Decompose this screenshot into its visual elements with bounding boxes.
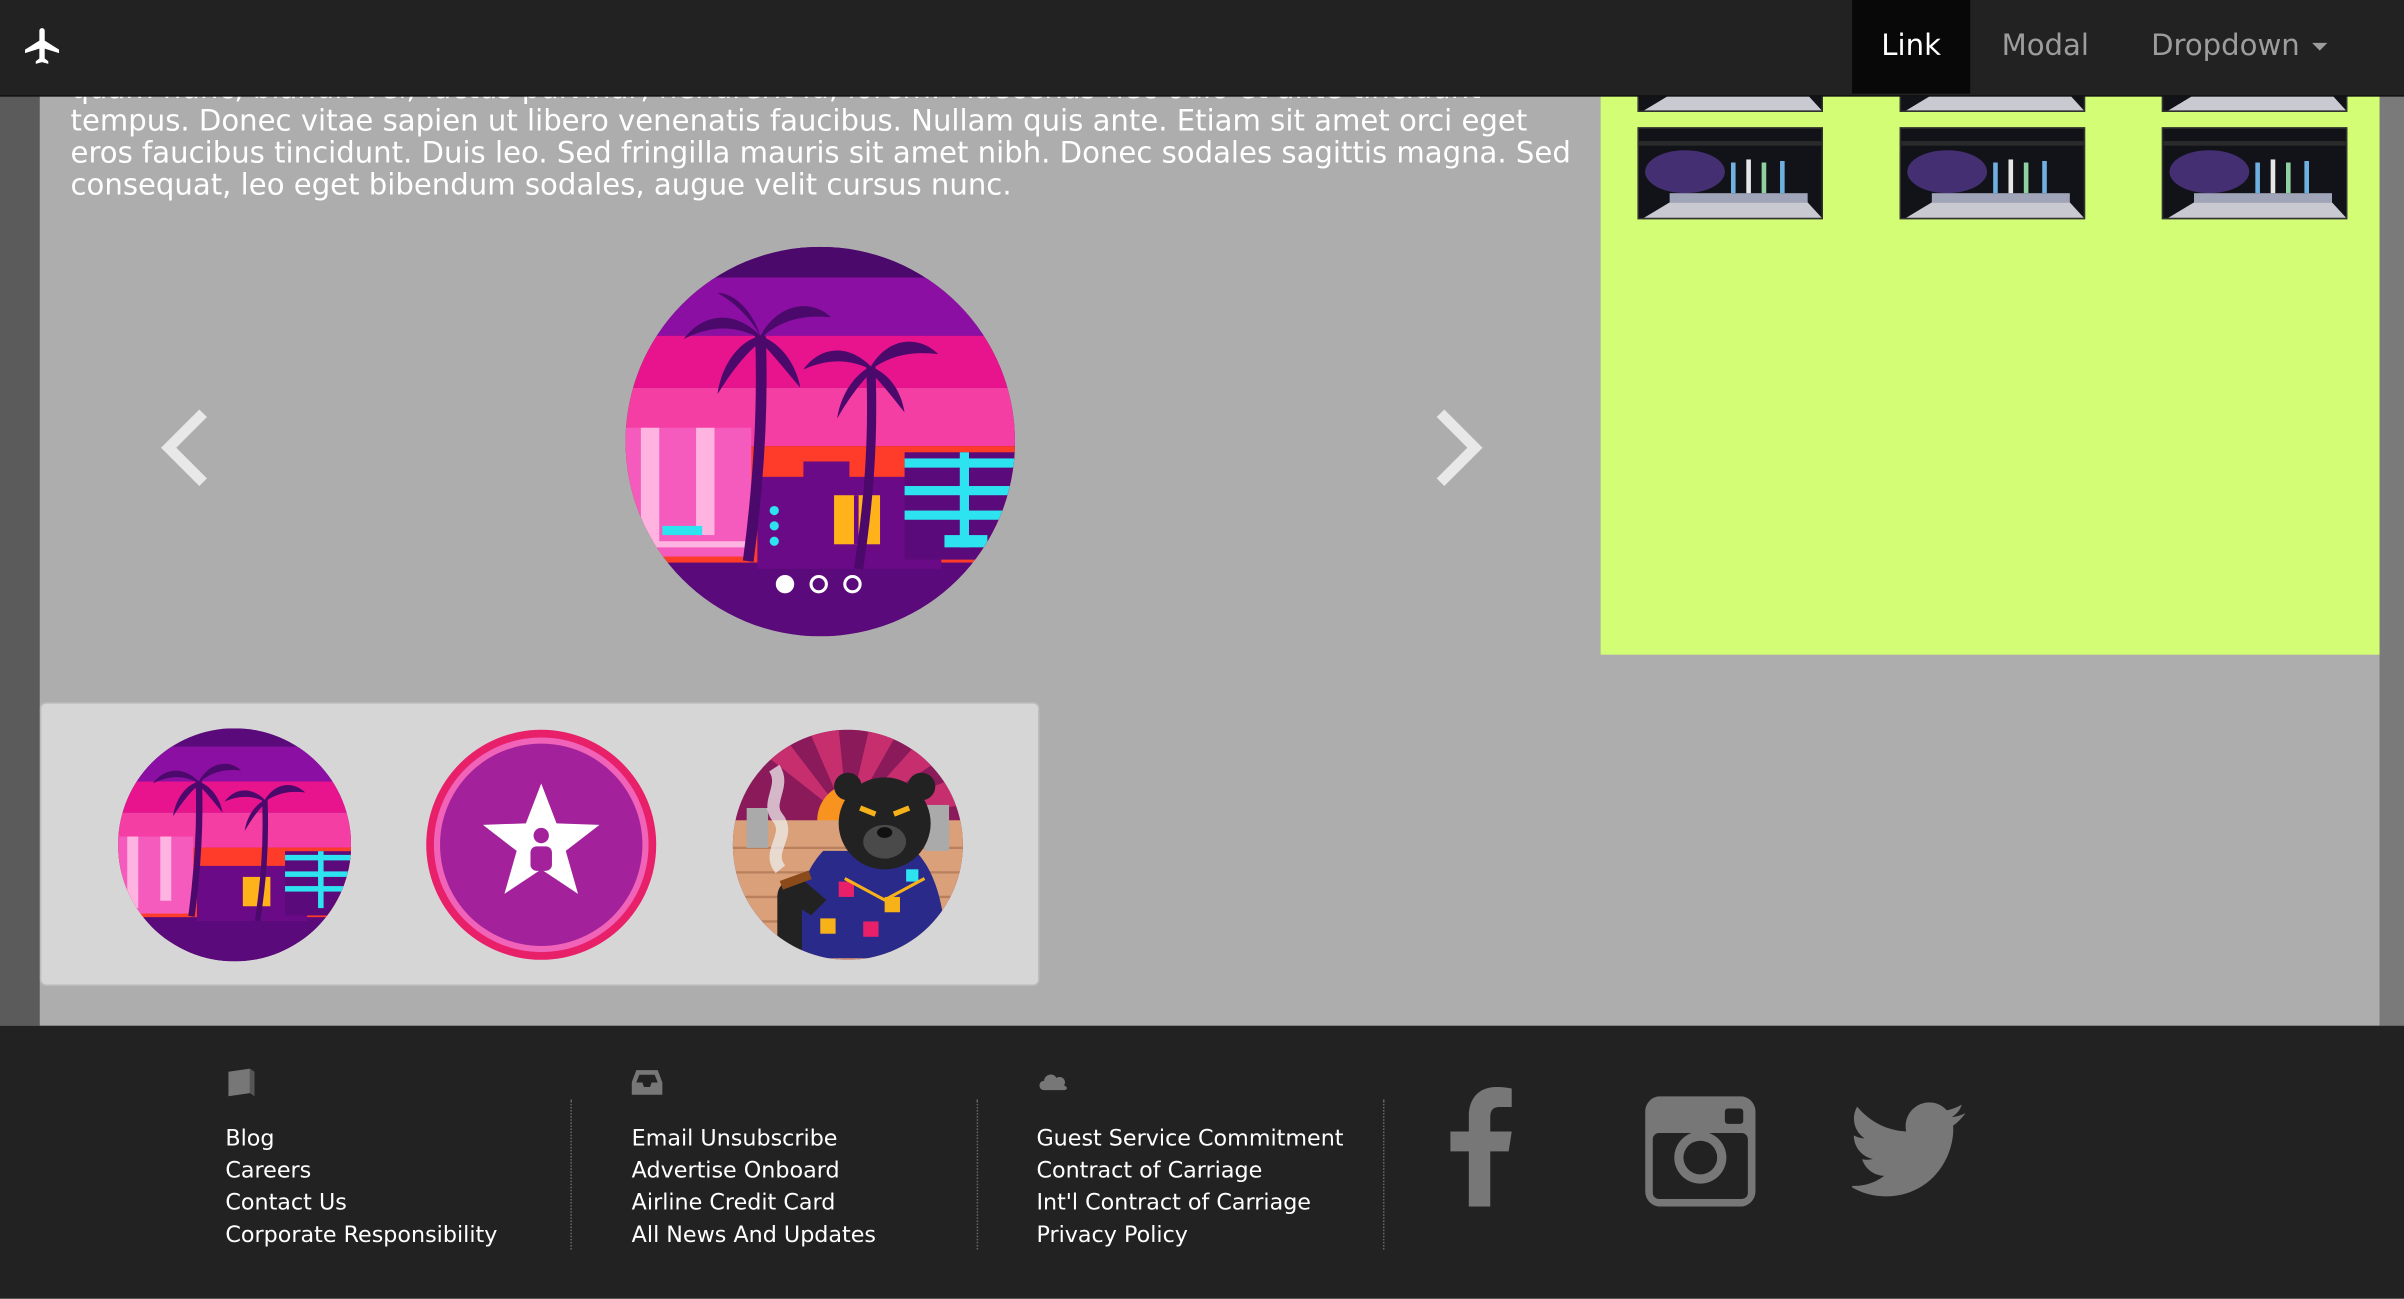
footer-link[interactable]: All News And Updates	[632, 1220, 876, 1252]
facebook-icon[interactable]	[1447, 1087, 1514, 1207]
footer-link[interactable]: Guest Service Commitment	[1036, 1124, 1343, 1156]
footer-divider	[976, 1099, 979, 1250]
nav-dropdown[interactable]: Dropdown	[2120, 0, 2358, 94]
footer-link[interactable]: Contract of Carriage	[1036, 1156, 1343, 1188]
bear-cigar-icon[interactable]	[731, 728, 964, 961]
chevron-right-icon[interactable]	[1429, 402, 1490, 494]
nav-link-modal[interactable]: Modal	[1970, 0, 2120, 94]
footer-link[interactable]: Contact Us	[225, 1188, 497, 1220]
inbox-icon	[631, 1070, 663, 1095]
footer-link[interactable]: Blog	[225, 1124, 497, 1156]
carousel-indicator-3[interactable]	[843, 574, 862, 594]
caret-down-icon	[2312, 42, 2328, 51]
video-thumbnail[interactable]	[1899, 127, 2086, 220]
site-footer: Blog Careers Contact Us Corporate Respon…	[0, 1025, 2404, 1299]
footer-link-list: Blog Careers Contact Us Corporate Respon…	[225, 1124, 497, 1253]
twitter-icon[interactable]	[1852, 1102, 1966, 1197]
footer-divider	[1382, 1099, 1385, 1250]
top-navbar: Link Modal Dropdown	[0, 0, 2404, 97]
footer-link-list: Guest Service Commitment Contract of Car…	[1036, 1124, 1343, 1253]
footer-link[interactable]: Careers	[225, 1156, 497, 1188]
nav-dropdown-label: Dropdown	[2151, 29, 2300, 63]
cloud-icon	[1039, 1074, 1067, 1091]
video-thumbnail[interactable]	[1637, 127, 1823, 220]
footer-link[interactable]: Int'l Contract of Carriage	[1036, 1188, 1343, 1220]
carousel-indicator-1[interactable]	[775, 574, 795, 594]
footer-divider	[570, 1099, 572, 1250]
footer-link[interactable]: Airline Credit Card	[632, 1188, 876, 1220]
nav-link-link[interactable]: Link	[1852, 0, 1971, 94]
nav-link-label: Link	[1881, 29, 1941, 63]
nav-link-label: Modal	[2001, 29, 2089, 63]
chevron-left-icon[interactable]	[153, 402, 214, 494]
footer-link[interactable]: Privacy Policy	[1036, 1220, 1343, 1252]
airplane-icon[interactable]	[21, 25, 64, 68]
palm-sunset-icon[interactable]	[118, 728, 352, 962]
right-gutter	[2379, 95, 2404, 1026]
carousel-indicator-2[interactable]	[809, 574, 828, 594]
footer-link[interactable]: Email Unsubscribe	[632, 1124, 876, 1156]
footer-link[interactable]: Advertise Onboard	[632, 1156, 876, 1188]
video-thumbnail[interactable]	[2161, 127, 2348, 220]
footer-link-list: Email Unsubscribe Advertise Onboard Airl…	[632, 1124, 876, 1253]
left-gutter	[0, 95, 40, 1026]
instagram-icon[interactable]	[1645, 1096, 1756, 1207]
book-icon	[228, 1068, 255, 1097]
footer-link[interactable]: Corporate Responsibility	[225, 1220, 497, 1252]
star-badge-icon[interactable]	[425, 728, 658, 961]
